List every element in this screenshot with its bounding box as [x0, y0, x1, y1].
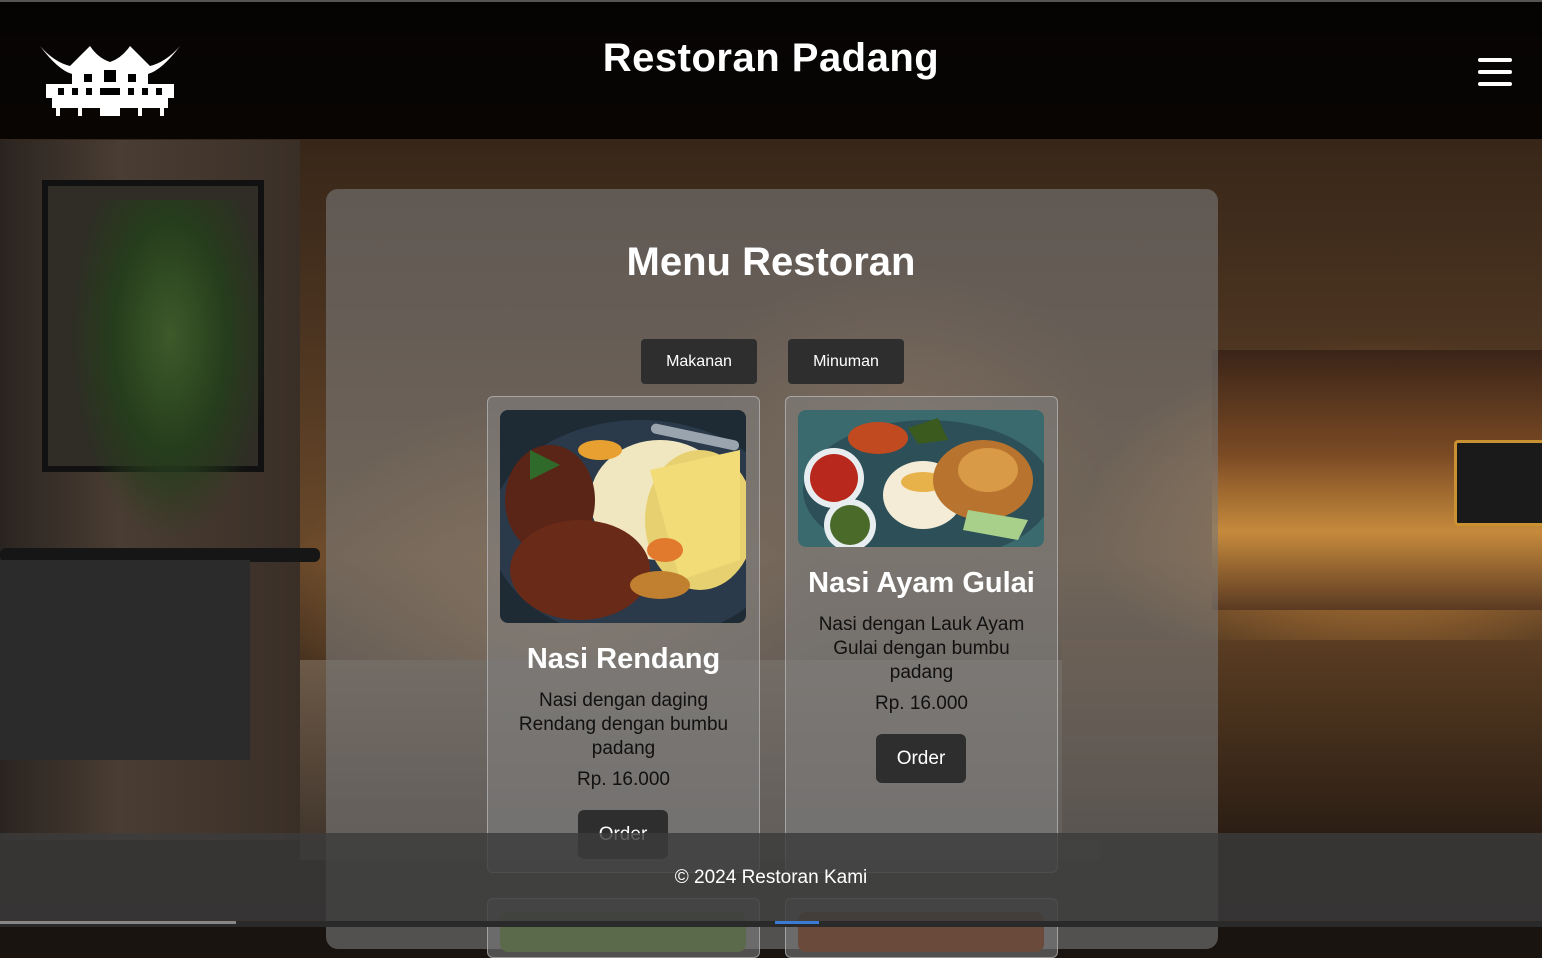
menu-card-nasi-rendang: Nasi Rendang Nasi dengan daging Rendang … — [487, 396, 760, 873]
card-name: Nasi Ayam Gulai — [808, 567, 1035, 599]
menu-card-nasi-ayam-gulai: Nasi Ayam Gulai Nasi dengan Lauk Ayam Gu… — [785, 396, 1058, 873]
menu-title: Menu Restoran — [626, 240, 916, 284]
order-button[interactable]: Order — [876, 734, 966, 783]
card-description: Nasi dengan Lauk Ayam Gulai dengan bumbu… — [818, 614, 1025, 683]
site-footer: © 2024 Restoran Kami — [0, 833, 1542, 927]
nasi-ayam-gulai-photo — [798, 410, 1044, 547]
card-description: Nasi dengan daging Rendang dengan bumbu … — [518, 690, 729, 759]
tab-minuman[interactable]: Minuman — [788, 339, 904, 384]
hamburger-menu-icon[interactable] — [1478, 58, 1512, 88]
tab-makanan[interactable]: Makanan — [641, 339, 757, 384]
footer-copyright: © 2024 Restoran Kami — [674, 867, 868, 888]
card-name: Nasi Rendang — [526, 643, 721, 675]
site-header: Restoran Padang — [0, 0, 1542, 139]
site-title: Restoran Padang — [602, 36, 940, 80]
horizontal-scrollbar[interactable] — [0, 921, 1542, 927]
card-price: Rp. 16.000 — [875, 693, 968, 714]
nasi-rendang-photo — [500, 410, 746, 623]
card-price: Rp. 16.000 — [577, 769, 670, 790]
